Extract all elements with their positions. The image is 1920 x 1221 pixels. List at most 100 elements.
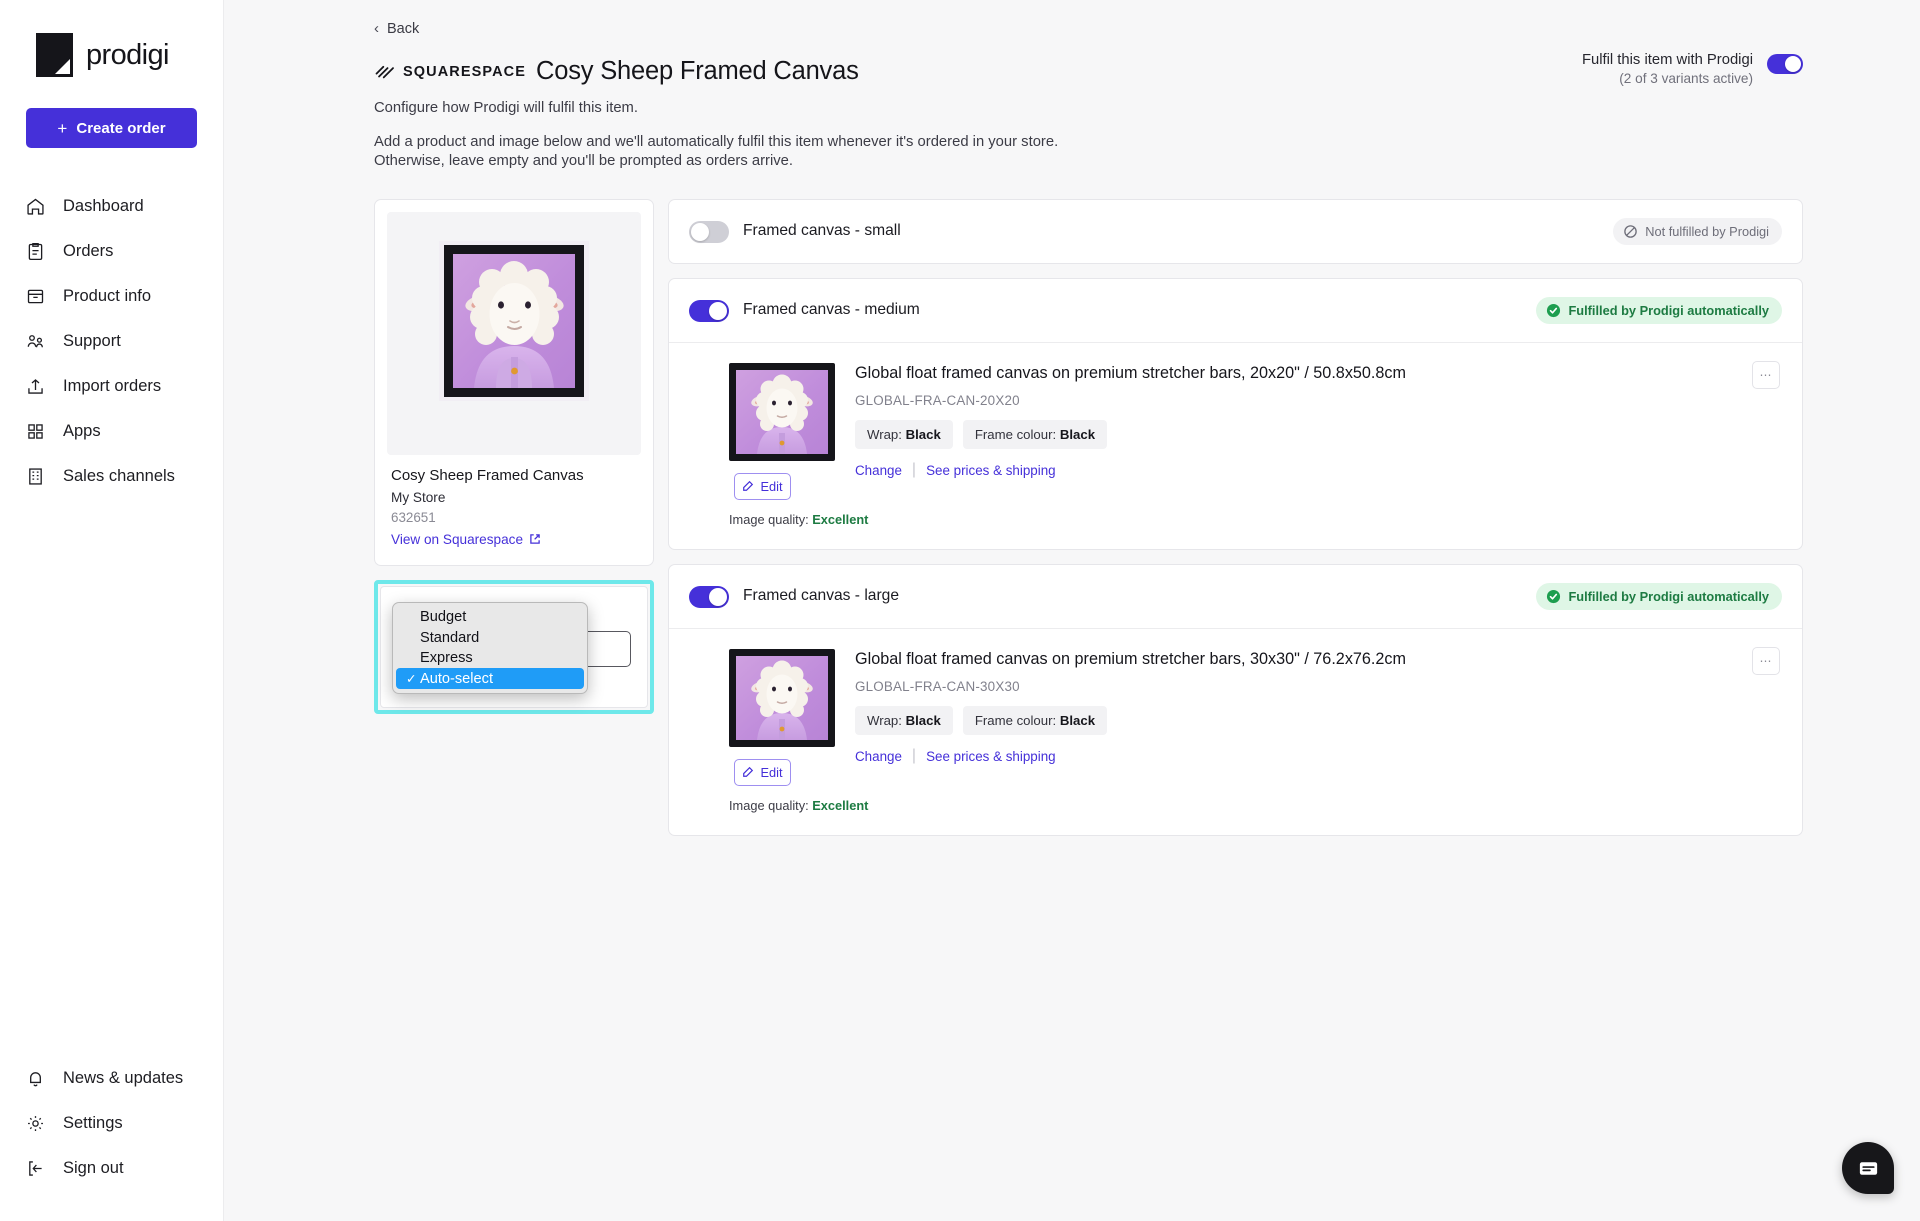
attribute-label: Wrap:	[867, 713, 902, 729]
sidebar-item-support[interactable]: Support	[0, 319, 223, 364]
external-link-icon	[529, 533, 541, 545]
edit-button-medium[interactable]: Edit	[734, 472, 791, 500]
product-store: My Store	[391, 489, 446, 505]
variant-name: Framed canvas - large	[743, 587, 899, 605]
variant-toggle-large[interactable]	[689, 586, 729, 609]
create-order-button[interactable]: + Create order	[26, 108, 197, 148]
variant-toggle-small[interactable]	[689, 221, 729, 244]
variant-more-menu-medium[interactable]: ⋯	[1752, 360, 1780, 389]
shipping-option-auto-select[interactable]: ✓ Auto-select	[396, 668, 584, 689]
attribute-chip-frame-colour: Frame colour: Black	[962, 420, 1108, 450]
back-link[interactable]: ‹ Back	[374, 21, 419, 37]
see-prices-shipping-link-large[interactable]: See prices & shipping	[926, 749, 1056, 764]
variant-toggle-medium[interactable]	[689, 300, 729, 323]
product-summary-card: Cosy Sheep Framed Canvas My Store 632651…	[374, 198, 654, 566]
link-separator: |	[911, 461, 917, 479]
ellipsis-icon: ⋯	[1759, 367, 1773, 382]
edit-label: Edit	[760, 478, 783, 494]
plus-icon: +	[57, 118, 68, 138]
home-icon	[25, 196, 46, 217]
chat-widget-button[interactable]	[1842, 1142, 1894, 1194]
status-badge-label: Not fulfilled by Prodigi	[1645, 223, 1769, 239]
product-name: Cosy Sheep Framed Canvas	[391, 466, 584, 484]
shipping-option-standard[interactable]: Standard	[396, 627, 584, 648]
toggle-knob	[1785, 56, 1801, 72]
attribute-chip-frame-colour: Frame colour: Black	[962, 706, 1108, 736]
variant-links: Change | See prices & shipping	[855, 461, 1782, 479]
ellipsis-icon: ⋯	[1759, 653, 1773, 668]
gear-icon	[25, 1113, 46, 1134]
check-circle-icon	[1546, 589, 1561, 604]
page-title: Cosy Sheep Framed Canvas	[536, 57, 859, 85]
variant-card-large: Framed canvas - large Fulfilled by Prodi…	[668, 563, 1803, 836]
status-badge-label: Fulfilled by Prodigi automatically	[1568, 302, 1769, 318]
variant-attributes: Wrap: Black Frame colour: Black	[855, 420, 1782, 450]
shipping-dropdown-menu[interactable]: Budget Standard Express ✓ Auto-select	[392, 601, 588, 694]
edit-pencil-icon	[742, 766, 754, 778]
back-label: Back	[387, 20, 420, 37]
variant-links: Change | See prices & shipping	[855, 747, 1782, 765]
variant-sku: GLOBAL-FRA-CAN-20X20	[855, 393, 1020, 409]
sidebar-item-settings[interactable]: Settings	[0, 1101, 223, 1146]
chevron-left-icon: ‹	[374, 20, 379, 37]
sidebar-item-label: Settings	[63, 1114, 123, 1132]
sidebar-item-import-orders[interactable]: Import orders	[0, 364, 223, 409]
shipping-option-label: Standard	[420, 629, 480, 646]
view-on-squarespace-link[interactable]: View on Squarespace	[391, 532, 541, 547]
variant-name: Framed canvas - medium	[743, 301, 920, 319]
variant-sku: GLOBAL-FRA-CAN-30X30	[855, 679, 1020, 695]
logo[interactable]: prodigi	[0, 0, 223, 77]
sign-out-icon	[25, 1158, 46, 1179]
change-link-medium[interactable]: Change	[855, 463, 902, 478]
page-subtitle: Configure how Prodigi will fulfil this i…	[374, 100, 638, 116]
edit-label: Edit	[760, 764, 783, 780]
sidebar-item-sign-out[interactable]: Sign out	[0, 1146, 223, 1191]
variant-header: Framed canvas - large Fulfilled by Prodi…	[669, 565, 1802, 629]
squarespace-logo: SQUARESPACE	[374, 63, 526, 80]
status-badge-large: Fulfilled by Prodigi automatically	[1536, 582, 1782, 610]
check-circle-icon	[1546, 303, 1561, 318]
image-quality-label: Image quality:	[729, 511, 809, 527]
status-badge-small: Not fulfilled by Prodigi	[1613, 217, 1782, 245]
see-prices-shipping-link-medium[interactable]: See prices & shipping	[926, 463, 1056, 478]
status-badge-medium: Fulfilled by Prodigi automatically	[1536, 296, 1782, 324]
variant-more-menu-large[interactable]: ⋯	[1752, 646, 1780, 675]
variant-attributes: Wrap: Black Frame colour: Black	[855, 706, 1782, 736]
attribute-chip-wrap: Wrap: Black	[855, 706, 953, 736]
attribute-label: Wrap:	[867, 427, 902, 443]
sidebar-item-apps[interactable]: Apps	[0, 409, 223, 454]
logo-text: prodigi	[86, 38, 169, 71]
sidebar-item-sales-channels[interactable]: Sales channels	[0, 454, 223, 499]
link-separator: |	[911, 747, 917, 765]
shipping-option-label: Budget	[420, 609, 467, 626]
variant-product-title: Global float framed canvas on premium st…	[855, 363, 1406, 382]
shipping-option-label: Auto-select	[420, 670, 494, 687]
fulfil-item-toggle-group: Fulfil this item with Prodigi (2 of 3 va…	[1582, 52, 1803, 86]
building-icon	[25, 466, 46, 487]
fulfil-item-toggle[interactable]	[1767, 54, 1803, 74]
sidebar-item-dashboard[interactable]: Dashboard	[0, 184, 223, 229]
edit-pencil-icon	[742, 480, 754, 492]
archive-icon	[25, 286, 46, 307]
sidebar-item-label: Support	[63, 332, 121, 350]
toggle-knob	[709, 588, 727, 607]
sidebar-item-orders[interactable]: Orders	[0, 229, 223, 274]
sidebar-item-news-updates[interactable]: News & updates	[0, 1056, 223, 1101]
shipping-option-budget[interactable]: Budget	[396, 607, 584, 628]
shipping-option-express[interactable]: Express	[396, 648, 584, 669]
variant-card-medium: Framed canvas - medium Fulfilled by Prod…	[668, 277, 1803, 550]
left-column: Cosy Sheep Framed Canvas My Store 632651…	[374, 198, 654, 850]
sidebar-item-label: Apps	[63, 422, 101, 440]
edit-button-large[interactable]: Edit	[734, 758, 791, 786]
view-link-label: View on Squarespace	[391, 531, 524, 547]
sidebar: prodigi + Create order Dashboard Orders …	[0, 0, 224, 1221]
change-link-large[interactable]: Change	[855, 749, 902, 764]
fulfil-toggle-sublabel: (2 of 3 variants active)	[1619, 71, 1753, 86]
toggle-knob	[691, 223, 709, 242]
sidebar-item-product-info[interactable]: Product info	[0, 274, 223, 319]
variant-thumbnail	[729, 648, 835, 747]
check-icon: ✓	[406, 672, 417, 687]
upload-icon	[25, 376, 46, 397]
variant-card-small: Framed canvas - small Not fulfilled by P…	[668, 198, 1803, 264]
image-quality-medium: Image quality: Excellent	[729, 511, 868, 527]
